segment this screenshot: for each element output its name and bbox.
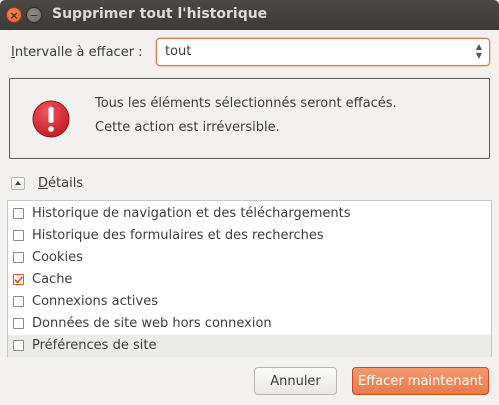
list-item-label: Données de site web hors connexion [32,316,272,331]
list-item-label: Cache [32,272,73,287]
details-label-text: étails [48,176,84,191]
history-items-list: Historique de navigation et des téléchar… [7,200,492,357]
minimize-icon: − [29,8,39,22]
checkmark-icon [14,276,23,283]
minimize-window-button[interactable]: − [26,7,42,23]
range-select[interactable]: tout ▲ ▼ [156,38,490,66]
list-item-label: Connexions actives [32,294,158,309]
details-label-accel: D [38,176,49,191]
list-item-selected[interactable]: Préférences de site [8,335,491,357]
range-label-text: ntervalle à effacer : [14,45,143,60]
range-label: Intervalle à effacer : [11,45,143,60]
cancel-button[interactable]: Annuler [254,367,337,395]
warning-line-2: Cette action est irréversible. [95,120,280,135]
title-bar: × − Supprimer tout l'historique [0,0,499,30]
list-item-label: Historique de navigation et des téléchar… [32,206,351,221]
list-item[interactable]: Données de site web hors connexion [8,313,491,335]
close-icon: × [9,8,19,22]
checkbox-checked[interactable] [13,274,24,285]
checkbox[interactable] [13,208,24,219]
error-icon [32,100,70,138]
checkbox[interactable] [13,340,24,351]
list-item-label: Historique des formulaires et des recher… [32,228,324,243]
warning-line-1: Tous les éléments sélectionnés seront ef… [95,96,397,111]
warning-box: Tous les éléments sélectionnés seront ef… [9,78,490,159]
list-item[interactable]: Cache [8,269,491,291]
expand-up-icon [15,181,21,185]
checkbox[interactable] [13,296,24,307]
list-item[interactable]: Historique des formulaires et des recher… [8,225,491,247]
list-item[interactable]: Cookies [8,247,491,269]
checkbox[interactable] [13,230,24,241]
checkbox[interactable] [13,318,24,329]
list-item[interactable]: Connexions actives [8,291,491,313]
list-item[interactable]: Historique de navigation et des téléchar… [8,203,491,225]
checkbox[interactable] [13,252,24,263]
window-title: Supprimer tout l'historique [52,6,268,22]
details-label[interactable]: Détails [38,176,83,191]
list-item-label: Cookies [32,250,83,265]
updown-arrows-icon: ▲ ▼ [475,42,482,60]
clear-now-button[interactable]: Effacer maintenant [352,367,489,395]
details-expander-button[interactable] [11,177,25,190]
range-select-value: tout [165,44,192,59]
close-window-button[interactable]: × [6,7,22,23]
list-item-label: Préférences de site [32,338,157,353]
